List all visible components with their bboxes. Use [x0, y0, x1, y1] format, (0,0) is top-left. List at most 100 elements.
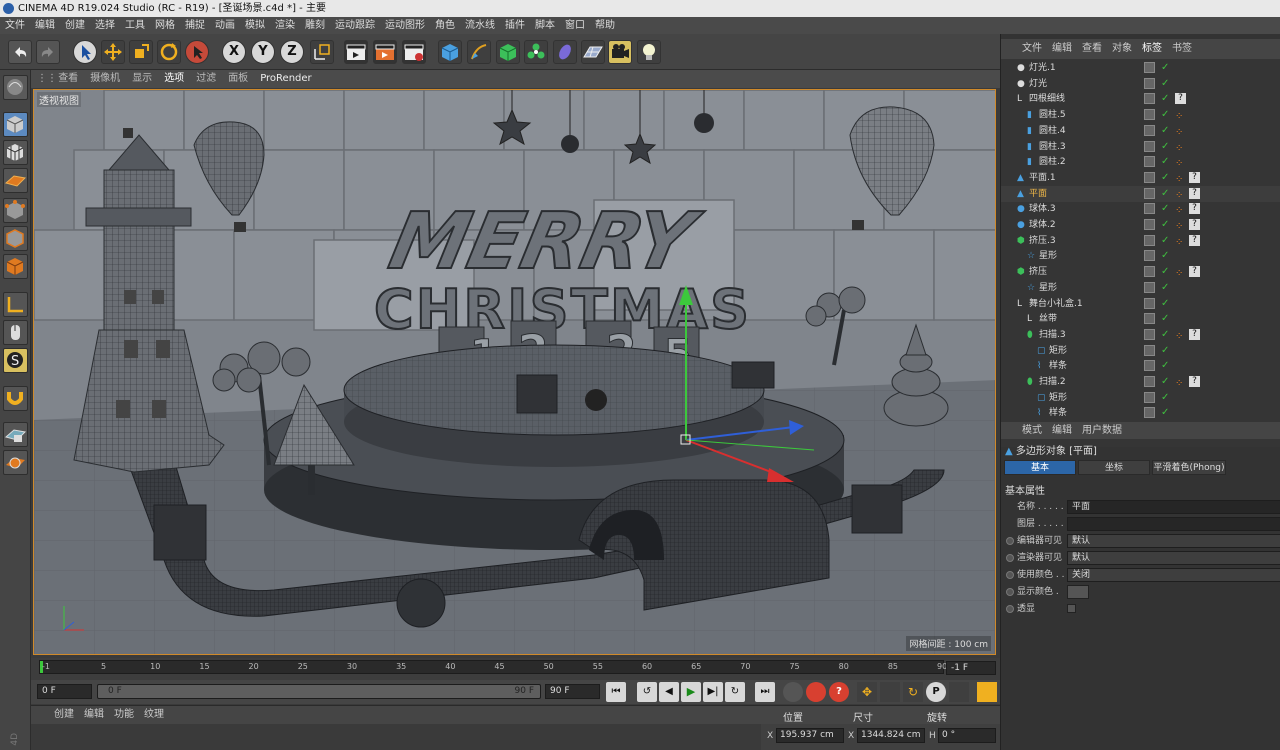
enabled-check-icon[interactable]: ✓ [1161, 390, 1169, 406]
menu-item-8[interactable]: 模拟 [240, 17, 270, 34]
material-tag-icon[interactable]: ? [1189, 266, 1200, 278]
enabled-check-icon[interactable]: ✓ [1161, 201, 1169, 217]
timeline-ruler[interactable]: -1 5 10 15 20 25 30 35 40 45 50 55 60 65 70 75 80 85 90 -1… [31, 658, 1000, 680]
z-axis-button[interactable]: Z [280, 40, 304, 64]
menu-item-7[interactable]: 动画 [210, 17, 240, 34]
make-editable-button[interactable] [3, 75, 28, 100]
object-row[interactable]: ▮ 圆柱.4 ✓ ⁘ [1001, 123, 1280, 139]
animate-radio[interactable] [1006, 605, 1014, 613]
display-color-swatch[interactable] [1067, 585, 1089, 599]
enabled-check-icon[interactable]: ✓ [1161, 107, 1169, 123]
menu-item-1[interactable]: 编辑 [30, 17, 60, 34]
next-frame-button[interactable]: ▶| [703, 682, 723, 702]
object-row[interactable]: L 舞台小礼盒.1 ✓ [1001, 296, 1280, 312]
object-row[interactable]: ▢ 矩形 ✓ [1001, 390, 1280, 406]
phong-tag-icon[interactable]: ⁘ [1175, 219, 1186, 232]
record-active-objects-button[interactable] [806, 682, 826, 702]
layer-swatch[interactable] [1144, 313, 1155, 325]
layer-swatch[interactable] [1144, 77, 1155, 89]
menu-item-3[interactable]: 选择 [90, 17, 120, 34]
x-size-field[interactable]: 1344.824 cm [857, 728, 925, 743]
attribute-menu-item-0[interactable]: 模式 [1017, 422, 1047, 439]
viewport-menu-item-2[interactable]: 显示 [126, 70, 158, 88]
attribute-tab-1[interactable]: 坐标 [1078, 460, 1150, 475]
phong-tag-icon[interactable]: ⁘ [1175, 156, 1186, 169]
object-row[interactable]: ● 灯光 ✓ [1001, 76, 1280, 92]
record-disabled-button[interactable] [783, 682, 803, 702]
enabled-check-icon[interactable]: ✓ [1161, 405, 1169, 421]
object-row[interactable]: ● 灯光.1 ✓ [1001, 60, 1280, 76]
menu-item-6[interactable]: 捕捉 [180, 17, 210, 34]
live-select-button[interactable] [185, 40, 209, 64]
material-menu-item-0[interactable]: 创建 [49, 706, 79, 724]
enabled-check-icon[interactable]: ✓ [1161, 154, 1169, 170]
key-scale-button[interactable] [880, 682, 900, 702]
object-row[interactable]: ⬮ 扫描.2 ✓ ⁘? [1001, 374, 1280, 390]
cube-primitive-button[interactable] [438, 40, 462, 64]
subdivision-surface-button[interactable] [496, 40, 520, 64]
attribute-menu-item-2[interactable]: 用户数据 [1077, 422, 1127, 439]
xray-checkbox[interactable] [1067, 604, 1076, 613]
menu-item-16[interactable]: 脚本 [530, 17, 560, 34]
camera-button[interactable] [608, 40, 632, 64]
enabled-check-icon[interactable]: ✓ [1161, 280, 1169, 296]
material-tag-icon[interactable]: ? [1189, 234, 1200, 246]
animate-radio[interactable] [1006, 554, 1014, 562]
object-menu-item-1[interactable]: 编辑 [1047, 39, 1077, 59]
attribute-input[interactable] [1067, 517, 1280, 531]
layer-swatch[interactable] [1144, 344, 1155, 356]
phong-tag-icon[interactable]: ⁘ [1175, 376, 1186, 389]
timeline-window-button[interactable] [977, 682, 997, 702]
layer-swatch[interactable] [1144, 297, 1155, 309]
x-axis-button[interactable]: X [222, 40, 246, 64]
attribute-menu-item-1[interactable]: 编辑 [1047, 422, 1077, 439]
phong-tag-icon[interactable]: ⁘ [1175, 203, 1186, 216]
enabled-check-icon[interactable]: ✓ [1161, 139, 1169, 155]
object-row[interactable]: ▮ 圆柱.2 ✓ ⁘ [1001, 154, 1280, 170]
edge-mode-button[interactable] [3, 226, 28, 251]
enabled-check-icon[interactable]: ✓ [1161, 186, 1169, 202]
perspective-viewport[interactable]: MERRY CHRISTMAS 1 2 2 5 [33, 89, 996, 655]
prev-key-button[interactable]: ↺ [637, 682, 657, 702]
floor-button[interactable] [581, 40, 605, 64]
play-button[interactable]: ▶ [681, 682, 701, 702]
enabled-check-icon[interactable]: ✓ [1161, 264, 1169, 280]
phong-tag-icon[interactable]: ⁘ [1175, 188, 1186, 201]
menu-item-11[interactable]: 运动跟踪 [330, 17, 380, 34]
snap-button[interactable]: S [3, 348, 28, 373]
attribute-tab-0[interactable]: 基本 [1004, 460, 1076, 475]
layer-swatch[interactable] [1144, 62, 1155, 73]
current-frame-field[interactable]: 0 F [37, 684, 92, 699]
object-row[interactable]: ▲ 平面.1 ✓ ⁘? [1001, 170, 1280, 186]
layer-swatch[interactable] [1144, 187, 1155, 199]
enabled-check-icon[interactable]: ✓ [1161, 358, 1169, 374]
autokey-button[interactable]: ? [829, 682, 849, 702]
phong-tag-icon[interactable]: ⁘ [1175, 125, 1186, 138]
enabled-check-icon[interactable]: ✓ [1161, 170, 1169, 186]
object-row[interactable]: ⬮ 扫描.3 ✓ ⁘? [1001, 327, 1280, 343]
object-menu-item-2[interactable]: 查看 [1077, 39, 1107, 59]
layer-swatch[interactable] [1144, 234, 1155, 246]
object-menu-item-4[interactable]: 标签 [1137, 39, 1167, 59]
object-row[interactable]: ▢ 矩形 ✓ [1001, 343, 1280, 359]
object-row[interactable]: ▮ 圆柱.5 ✓ ⁘ [1001, 107, 1280, 123]
cloner-button[interactable] [524, 40, 548, 64]
pen-spline-button[interactable] [467, 40, 491, 64]
polygon-mode-button[interactable] [3, 254, 28, 279]
layer-swatch[interactable] [1144, 109, 1155, 121]
texture-mode-button[interactable] [3, 140, 28, 165]
object-row[interactable]: ● 球体.3 ✓ ⁘? [1001, 201, 1280, 217]
prev-frame-button[interactable]: ◀ [659, 682, 679, 702]
object-row[interactable]: ⌇ 样条 ✓ [1001, 405, 1280, 421]
menu-item-9[interactable]: 渲染 [270, 17, 300, 34]
layer-swatch[interactable] [1144, 281, 1155, 293]
light-button[interactable] [637, 40, 661, 64]
goto-start-button[interactable]: ⏮ [606, 682, 626, 702]
phong-tag-icon[interactable]: ⁘ [1175, 141, 1186, 154]
attribute-tab-2[interactable]: 平滑着色(Phong) [1152, 460, 1226, 475]
menu-item-15[interactable]: 插件 [500, 17, 530, 34]
material-tag-icon[interactable]: ? [1175, 93, 1186, 105]
object-menu-item-0[interactable]: 文件 [1017, 39, 1047, 59]
end-frame-field[interactable]: 90 F [545, 684, 600, 699]
render-to-picture-viewer-button[interactable] [373, 40, 397, 64]
